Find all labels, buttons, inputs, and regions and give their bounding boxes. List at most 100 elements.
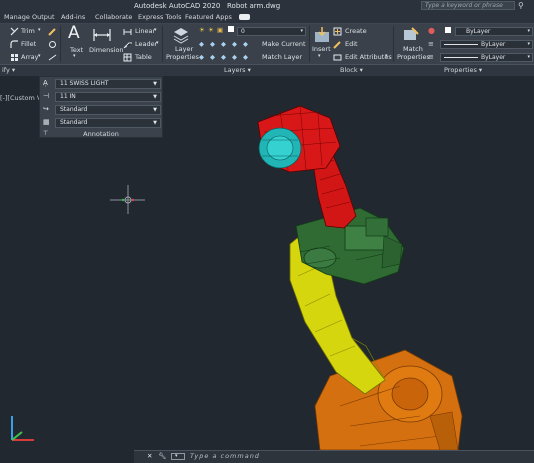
- current-layer-value: 0: [241, 28, 245, 35]
- leader-dropdown-arrow[interactable]: ▾: [156, 40, 159, 46]
- insert-dropdown-arrow[interactable]: ▾: [318, 53, 321, 59]
- layer-properties-icon[interactable]: [172, 26, 190, 44]
- color-wheel-icon: ●: [428, 26, 435, 35]
- table-style-dropdown[interactable]: Standard ▼: [55, 118, 161, 128]
- make-current-icon[interactable]: ◆: [243, 40, 248, 48]
- make-current-button[interactable]: Make Current: [262, 40, 306, 48]
- trim-button[interactable]: Trim: [21, 27, 35, 35]
- chevron-down-icon: ▼: [153, 94, 157, 100]
- window-title: Autodesk AutoCAD 2020 Robot arm.dwg: [134, 0, 280, 12]
- edit-attributes-dropdown-arrow[interactable]: ▾: [385, 53, 388, 59]
- linetype-icon: ≡: [428, 40, 434, 48]
- block-panel-label[interactable]: Block ▾: [340, 65, 363, 76]
- match-properties-label-2[interactable]: Properties: [397, 53, 430, 61]
- color-dropdown[interactable]: ByLayer ▾: [455, 27, 533, 36]
- trim-dropdown-arrow[interactable]: ▾: [38, 27, 41, 33]
- explode-icon[interactable]: [48, 40, 57, 49]
- match-properties-label-1[interactable]: Match: [403, 45, 423, 53]
- modify-panel-label[interactable]: ify ▾: [2, 65, 15, 76]
- insert-button[interactable]: Insert: [312, 45, 331, 53]
- text-style-value: 11 SWISS LIGHT: [60, 80, 109, 87]
- tab-collaborate[interactable]: Collaborate: [95, 12, 132, 23]
- properties-panel-label[interactable]: Properties ▾: [444, 65, 482, 76]
- layer-dropdown[interactable]: 0 ▾: [237, 27, 306, 36]
- ucs-icon: [11, 416, 34, 441]
- leader-button[interactable]: Leader: [135, 40, 157, 48]
- table-icon[interactable]: [123, 53, 132, 62]
- tab-manage[interactable]: Manage: [4, 12, 30, 23]
- layer-thaw-icon[interactable]: ◆: [232, 53, 237, 61]
- dim-style-dropdown[interactable]: 11 IN ▼: [55, 92, 161, 102]
- layer-freeze-icon[interactable]: ☀: [208, 26, 214, 34]
- dim-style-value: 11 IN: [60, 93, 76, 100]
- tab-featured-apps[interactable]: Featured Apps: [185, 12, 232, 23]
- trim-icon[interactable]: [10, 27, 19, 36]
- annotation-panel: Ạ 11 SWISS LIGHT ▼ ⊣ 11 IN ▼ ↪ Standard…: [39, 76, 163, 138]
- layer-properties-label-1[interactable]: Layer: [175, 45, 193, 53]
- create-block-icon[interactable]: [333, 27, 342, 36]
- text-style-dropdown[interactable]: 11 SWISS LIGHT ▼: [55, 79, 161, 89]
- color-value: ByLayer: [466, 28, 491, 35]
- tab-output[interactable]: Output: [32, 12, 55, 23]
- edit-attributes-icon[interactable]: [333, 53, 342, 62]
- tab-express-tools[interactable]: Express Tools: [138, 12, 181, 23]
- tab-add-ins[interactable]: Add-ins: [61, 12, 85, 23]
- text-dropdown-arrow[interactable]: ▾: [73, 53, 76, 59]
- text-button[interactable]: Text: [70, 46, 83, 54]
- chevron-down-icon: ▾: [300, 28, 303, 34]
- linetype-dropdown[interactable]: ByLayer ▾: [440, 40, 533, 49]
- linear-icon[interactable]: [123, 27, 132, 36]
- layer-previous-icon[interactable]: ◆: [199, 53, 204, 61]
- edit-block-icon[interactable]: [333, 40, 342, 49]
- lineweight-dropdown[interactable]: ByLayer ▾: [440, 53, 533, 62]
- chevron-down-icon[interactable]: ▾: [175, 451, 178, 462]
- edit-block-button[interactable]: Edit: [345, 40, 358, 48]
- dimension-icon[interactable]: [92, 27, 112, 43]
- leader-style-icon: ↪: [43, 105, 49, 113]
- offset-icon[interactable]: [48, 53, 57, 62]
- dim-style-icon: ⊣: [43, 92, 50, 100]
- layer-lock-icon[interactable]: ▣: [217, 26, 223, 34]
- lineweight-value: ByLayer: [481, 54, 506, 61]
- fillet-button[interactable]: Fillet: [21, 40, 36, 48]
- search-input[interactable]: Type a keyword or phrase: [421, 1, 515, 10]
- layers-panel-label[interactable]: Layers ▾: [224, 65, 251, 76]
- array-dropdown-arrow[interactable]: ▾: [38, 53, 41, 59]
- leader-icon[interactable]: [123, 40, 132, 49]
- leader-style-dropdown[interactable]: Standard ▼: [55, 105, 161, 115]
- linetype-preview: [444, 44, 478, 45]
- wrench-icon[interactable]: 🔧︎: [158, 451, 166, 462]
- dimension-button[interactable]: Dimension: [89, 46, 124, 54]
- layer-merge-icon[interactable]: ◆: [210, 53, 215, 61]
- layer-unisolate-icon[interactable]: ◆: [210, 40, 215, 48]
- layer-iso-icon[interactable]: ◆: [199, 40, 204, 48]
- text-icon[interactable]: A: [68, 23, 80, 43]
- search-icon[interactable]: ⚲: [518, 0, 524, 12]
- linear-button[interactable]: Linear: [135, 27, 155, 35]
- chevron-down-icon: ▼: [153, 107, 157, 113]
- fillet-icon[interactable]: [10, 40, 19, 49]
- insert-block-icon[interactable]: [313, 26, 331, 44]
- layer-properties-label-2[interactable]: Properties: [166, 53, 199, 61]
- match-properties-icon[interactable]: [402, 26, 420, 44]
- layer-on-icon[interactable]: ☀: [199, 26, 205, 34]
- ribbon-toggle-button[interactable]: [239, 14, 250, 20]
- layer-off-icon[interactable]: ◆: [221, 40, 226, 48]
- layer-delete-icon[interactable]: ◆: [221, 53, 226, 61]
- layer-walk-icon[interactable]: ◆: [232, 40, 237, 48]
- linetype-value: ByLayer: [481, 41, 506, 48]
- table-style-value: Standard: [60, 119, 88, 126]
- create-block-button[interactable]: Create: [345, 27, 367, 35]
- file-name: Robot arm.dwg: [226, 2, 281, 10]
- table-button[interactable]: Table: [135, 53, 152, 61]
- array-icon[interactable]: [10, 53, 19, 62]
- command-input[interactable]: Type a command: [190, 451, 260, 462]
- match-layer-icon[interactable]: ◆: [243, 53, 248, 61]
- annotation-panel-label: Annotation: [83, 130, 119, 138]
- match-layer-button[interactable]: Match Layer: [262, 53, 302, 61]
- pencil-icon[interactable]: [48, 27, 57, 36]
- close-icon[interactable]: ✕: [147, 451, 152, 462]
- command-prompt-icon[interactable]: [171, 453, 185, 460]
- array-button[interactable]: Array: [21, 53, 39, 61]
- linear-dropdown-arrow[interactable]: ▾: [154, 27, 157, 33]
